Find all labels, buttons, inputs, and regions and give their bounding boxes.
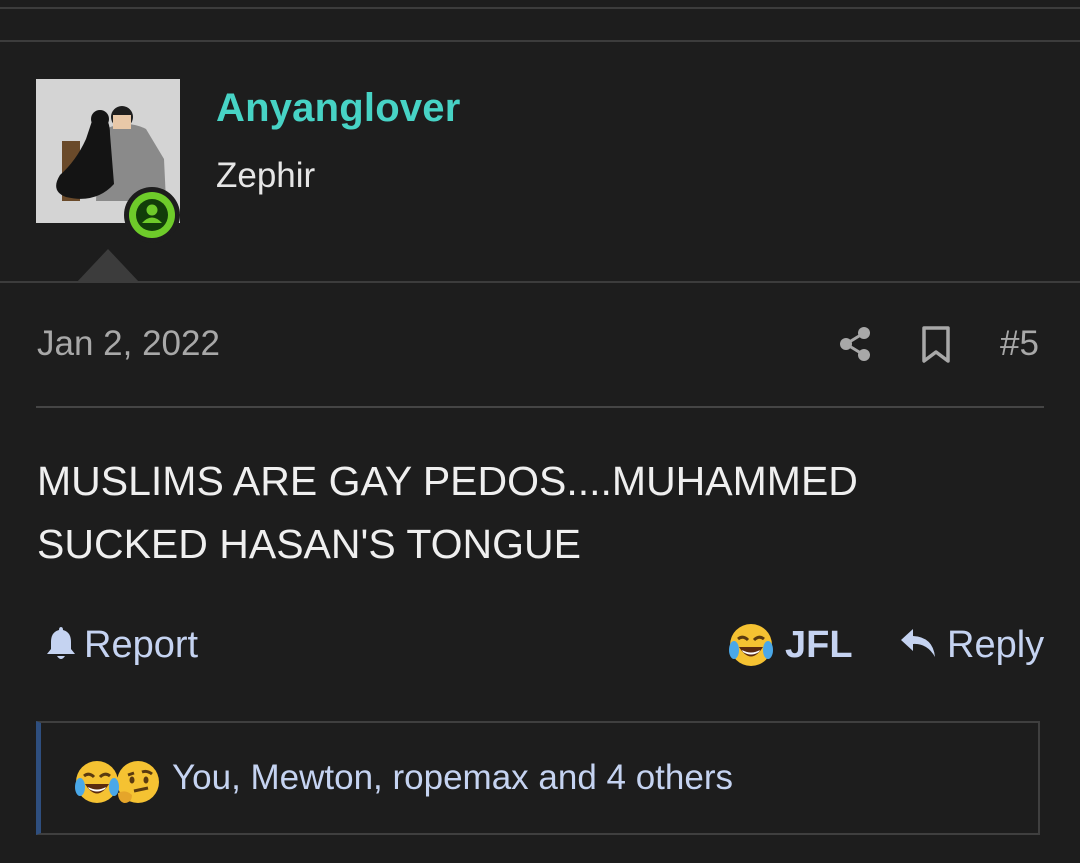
share-icon <box>840 327 870 361</box>
bookmark-button[interactable] <box>920 326 952 369</box>
user-card-pointer <box>76 249 140 283</box>
post-date[interactable]: Jan 2, 2022 <box>37 324 220 364</box>
bell-icon <box>47 627 75 659</box>
reactions-summary-link[interactable]: You, Mewton, ropemax and 4 others <box>172 758 733 798</box>
username-link[interactable]: Anyanglover <box>216 86 461 131</box>
post-body: MUSLIMS ARE GAY PEDOS....MUHAMMED SUCKED… <box>37 458 858 567</box>
user-icon <box>136 199 168 231</box>
online-status-badge <box>124 187 180 243</box>
react-button[interactable]: JFL <box>785 624 853 667</box>
bookmark-icon <box>922 326 950 363</box>
laughing-crying-emoji-icon[interactable] <box>728 622 774 673</box>
post-header-divider <box>36 406 1044 408</box>
top-border <box>0 7 1080 9</box>
header-border <box>0 40 1080 42</box>
post-number-link[interactable]: #5 <box>1000 324 1039 364</box>
reply-label: Reply <box>947 624 1045 666</box>
laughing-crying-emoji-icon <box>75 761 119 803</box>
report-button[interactable]: Report <box>46 624 198 667</box>
reply-icon <box>901 629 935 657</box>
share-button[interactable] <box>838 326 874 367</box>
user-block-border <box>0 281 1080 283</box>
reply-button[interactable]: Reply <box>899 624 1044 667</box>
thinking-emoji-icon <box>117 761 159 803</box>
user-title: Zephir <box>216 156 316 195</box>
reaction-emojis <box>74 759 166 805</box>
report-label: Report <box>84 624 199 666</box>
